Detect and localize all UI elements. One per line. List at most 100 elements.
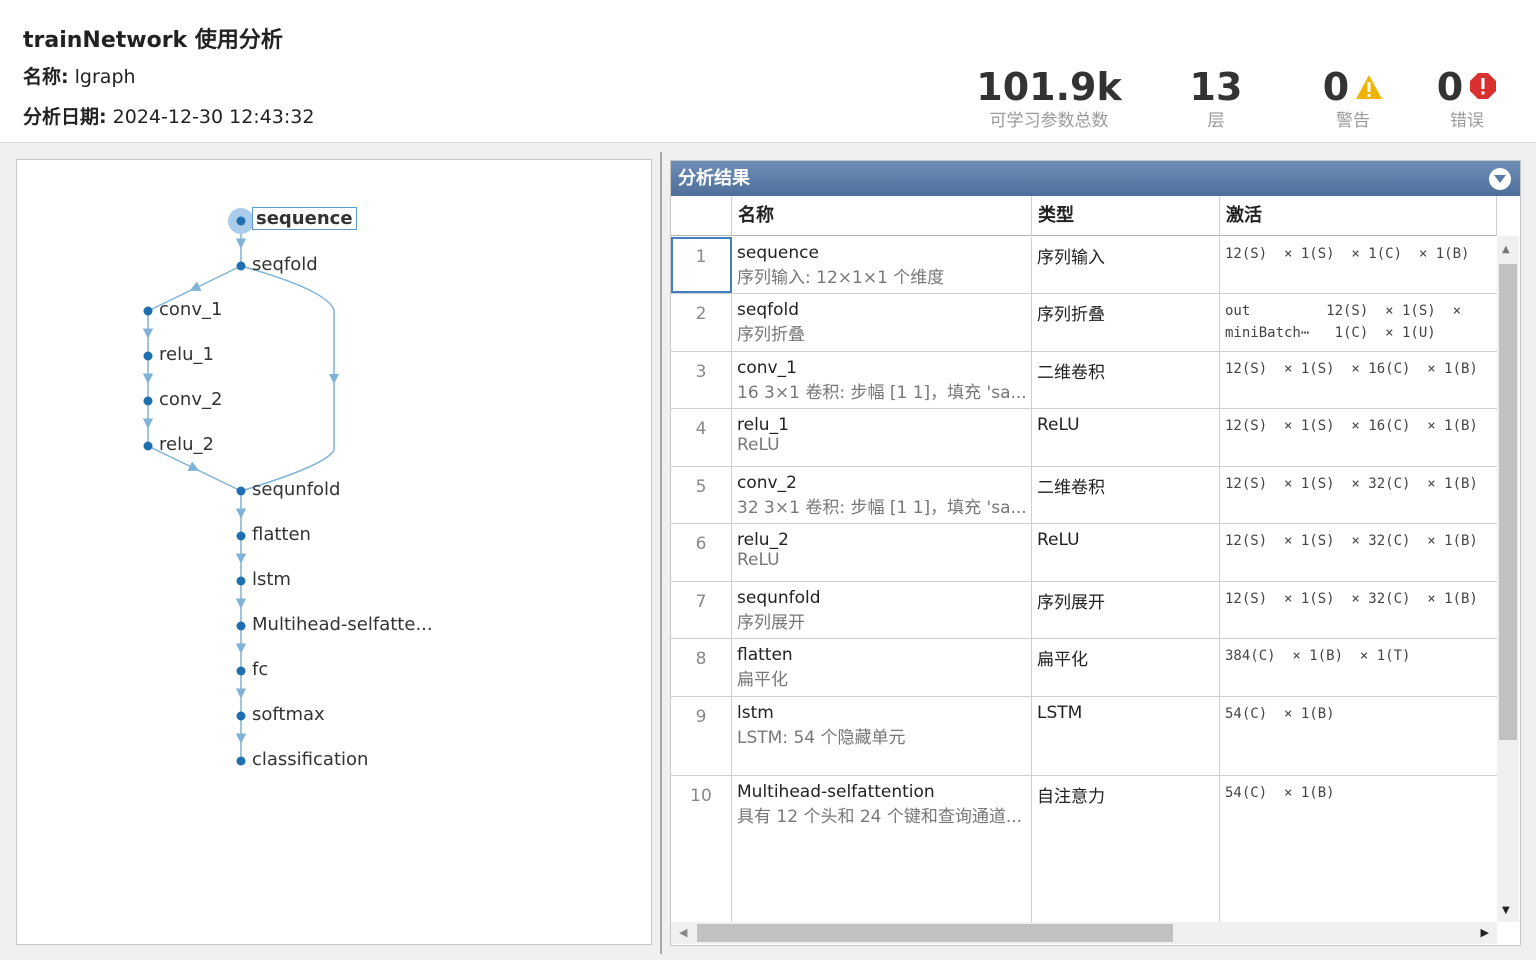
layer-description: 扁平化 — [737, 670, 788, 690]
graph-node[interactable] — [236, 216, 246, 226]
stat-learnable-params: 101.9k 可学习参数总数 — [976, 64, 1121, 131]
layer-graph-panel[interactable]: sequence seqfold conv_1 relu_1 conv_2 relu_2s… — [16, 159, 652, 945]
graph-node-label[interactable]: sequnfold — [252, 479, 340, 500]
graph-node-label[interactable]: conv_2 — [159, 389, 222, 410]
column-header-index[interactable] — [671, 196, 732, 236]
graph-node[interactable] — [143, 306, 153, 316]
scroll-left-icon[interactable]: ◀ — [679, 926, 687, 939]
layer-name: sequnfold — [737, 588, 821, 608]
row-index[interactable]: 10 — [671, 776, 732, 922]
table-row[interactable]: 6 relu_2 ReLU ReLU 12(S) × 1(S) × 32(C) × 1(… — [671, 524, 1497, 582]
graph-node-label[interactable]: seqfold — [252, 254, 318, 275]
graph-node-label[interactable]: classification — [252, 749, 368, 770]
page-title: trainNetwork 使用分析 — [23, 28, 283, 53]
activation-line: 12(S) × 1(S) × 1(C) × 1(B) — [1225, 246, 1470, 262]
activation-line: 54(C) × 1(B) — [1225, 785, 1335, 801]
table-row[interactable]: 8 flatten 扁平化 扁平化 384(C) × 1(B) × 1(T) — [671, 639, 1497, 697]
row-index[interactable]: 7 — [671, 582, 732, 638]
layer-name: relu_1 — [737, 415, 789, 435]
activation-line: 12(S) × 1(S) × 32(C) × 1(B) — [1225, 533, 1478, 549]
graph-node[interactable] — [236, 756, 246, 766]
graph-node-label[interactable]: relu_2 — [159, 434, 214, 455]
layer-name-cell: relu_2 ReLU — [732, 524, 1032, 581]
stat-errors[interactable]: 0 错误 — [1424, 64, 1510, 131]
graph-node[interactable] — [236, 576, 246, 586]
layer-name-cell: lstm LSTM: 54 个隐藏单元 — [732, 697, 1032, 775]
column-header-activations[interactable]: 激活 — [1220, 196, 1497, 236]
collapse-button[interactable] — [1489, 168, 1511, 190]
stat-warnings[interactable]: 0 警告 — [1306, 64, 1400, 131]
layer-activations: 12(S) × 1(S) × 16(C) × 1(B) — [1220, 409, 1497, 466]
graph-node-label[interactable]: lstm — [252, 569, 291, 590]
layer-type: 序列折叠 — [1032, 294, 1220, 351]
row-index[interactable]: 2 — [671, 294, 732, 351]
layer-name-cell: seqfold 序列折叠 — [732, 294, 1032, 351]
graph-node[interactable] — [143, 396, 153, 406]
layer-type: LSTM — [1032, 697, 1220, 775]
layer-name-cell: sequnfold 序列展开 — [732, 582, 1032, 638]
graph-node-label[interactable]: fc — [252, 659, 268, 680]
layer-type: 扁平化 — [1032, 639, 1220, 696]
table-row[interactable]: 7 sequnfold 序列展开 序列展开 12(S) × 1(S) × 32(C) ×… — [671, 582, 1497, 639]
activation-line: 384(C) × 1(B) × 1(T) — [1225, 648, 1411, 664]
layer-graph[interactable] — [17, 160, 651, 944]
scroll-down-icon[interactable]: ▼ — [1502, 905, 1510, 916]
graph-node-label[interactable]: sequence — [252, 207, 357, 230]
layer-name-cell: relu_1 ReLU — [732, 409, 1032, 466]
layer-description: LSTM: 54 个隐藏单元 — [737, 728, 906, 748]
horizontal-scrollbar[interactable]: ◀ ▶ — [671, 922, 1497, 944]
scroll-right-icon[interactable]: ▶ — [1481, 926, 1489, 939]
column-header-name[interactable]: 名称 — [732, 196, 1032, 236]
table-row[interactable]: 2 seqfold 序列折叠 序列折叠 out 12(S) × 1(S) × miniBa… — [671, 294, 1497, 352]
graph-node[interactable] — [236, 261, 246, 271]
layer-description: 序列输入: 12×1×1 个维度 — [737, 268, 945, 288]
layer-name: Multihead-selfattention — [737, 782, 935, 802]
scroll-up-icon[interactable]: ▲ — [1502, 244, 1510, 255]
activation-line: 54(C) × 1(B) — [1225, 706, 1335, 722]
graph-node-label[interactable]: conv_1 — [159, 299, 222, 320]
row-index[interactable]: 4 — [671, 409, 732, 466]
row-index[interactable]: 1 — [671, 237, 732, 293]
vertical-scrollbar[interactable]: ▲ ▼ — [1497, 236, 1519, 922]
row-index[interactable]: 8 — [671, 639, 732, 696]
graph-node-label[interactable]: Multihead-selfatte... — [252, 614, 433, 635]
graph-node-label[interactable]: flatten — [252, 524, 311, 545]
graph-node[interactable] — [236, 621, 246, 631]
layer-type: ReLU — [1032, 409, 1220, 466]
table-row[interactable]: 9 lstm LSTM: 54 个隐藏单元 LSTM 54(C) × 1(B) — [671, 697, 1497, 776]
layer-name-cell: sequence 序列输入: 12×1×1 个维度 — [732, 237, 1032, 293]
name-value: lgraph — [74, 66, 136, 88]
table-row[interactable]: 4 relu_1 ReLU ReLU 12(S) × 1(S) × 16(C) × 1(… — [671, 409, 1497, 467]
table-row[interactable]: 1 sequence 序列输入: 12×1×1 个维度 序列输入 12(S) × 1(S… — [671, 237, 1497, 294]
column-header-type[interactable]: 类型 — [1032, 196, 1220, 236]
pane-splitter[interactable] — [660, 152, 662, 954]
table-row[interactable]: 5 conv_2 32 3×1 卷积: 步幅 [1 1]，填充 'sa... 二维卷积… — [671, 467, 1497, 524]
graph-node[interactable] — [143, 351, 153, 361]
table-row[interactable]: 3 conv_1 16 3×1 卷积: 步幅 [1 1]，填充 'sa... 二维卷积… — [671, 352, 1497, 409]
layer-description: 16 3×1 卷积: 步幅 [1 1]，填充 'sa... — [737, 383, 1027, 403]
horizontal-scroll-thumb[interactable] — [697, 924, 1173, 942]
graph-node-label[interactable]: softmax — [252, 704, 325, 725]
edge-arrow-icon — [329, 374, 339, 384]
layer-activations: out 12(S) × 1(S) × miniBatch⋯ 1(C) × 1(U) — [1220, 294, 1497, 351]
row-index[interactable]: 3 — [671, 352, 732, 408]
date-value: 2024-12-30 12:43:32 — [112, 106, 315, 128]
graph-node[interactable] — [236, 531, 246, 541]
layer-type: 自注意力 — [1032, 776, 1220, 922]
graph-node[interactable] — [143, 441, 153, 451]
layers-count: 13 — [1189, 65, 1243, 109]
errors-count: 0 — [1436, 65, 1464, 109]
layer-type: 二维卷积 — [1032, 352, 1220, 408]
row-index[interactable]: 6 — [671, 524, 732, 581]
graph-node[interactable] — [236, 486, 246, 496]
layer-description: ReLU — [737, 550, 780, 570]
graph-node[interactable] — [236, 711, 246, 721]
row-index[interactable]: 9 — [671, 697, 732, 775]
graph-node-label[interactable]: relu_1 — [159, 344, 214, 365]
graph-node[interactable] — [236, 666, 246, 676]
row-index[interactable]: 5 — [671, 467, 732, 523]
vertical-scroll-thumb[interactable] — [1499, 264, 1517, 740]
table-row[interactable]: 10 Multihead-selfattention 具有 12 个头和 24 个键… — [671, 776, 1497, 922]
results-table[interactable]: 名称 类型 激活 1 sequence 序列输入: 12×1×1 个维度 序列输入 12… — [671, 196, 1520, 922]
results-panel-header: 分析结果 — [671, 161, 1520, 196]
